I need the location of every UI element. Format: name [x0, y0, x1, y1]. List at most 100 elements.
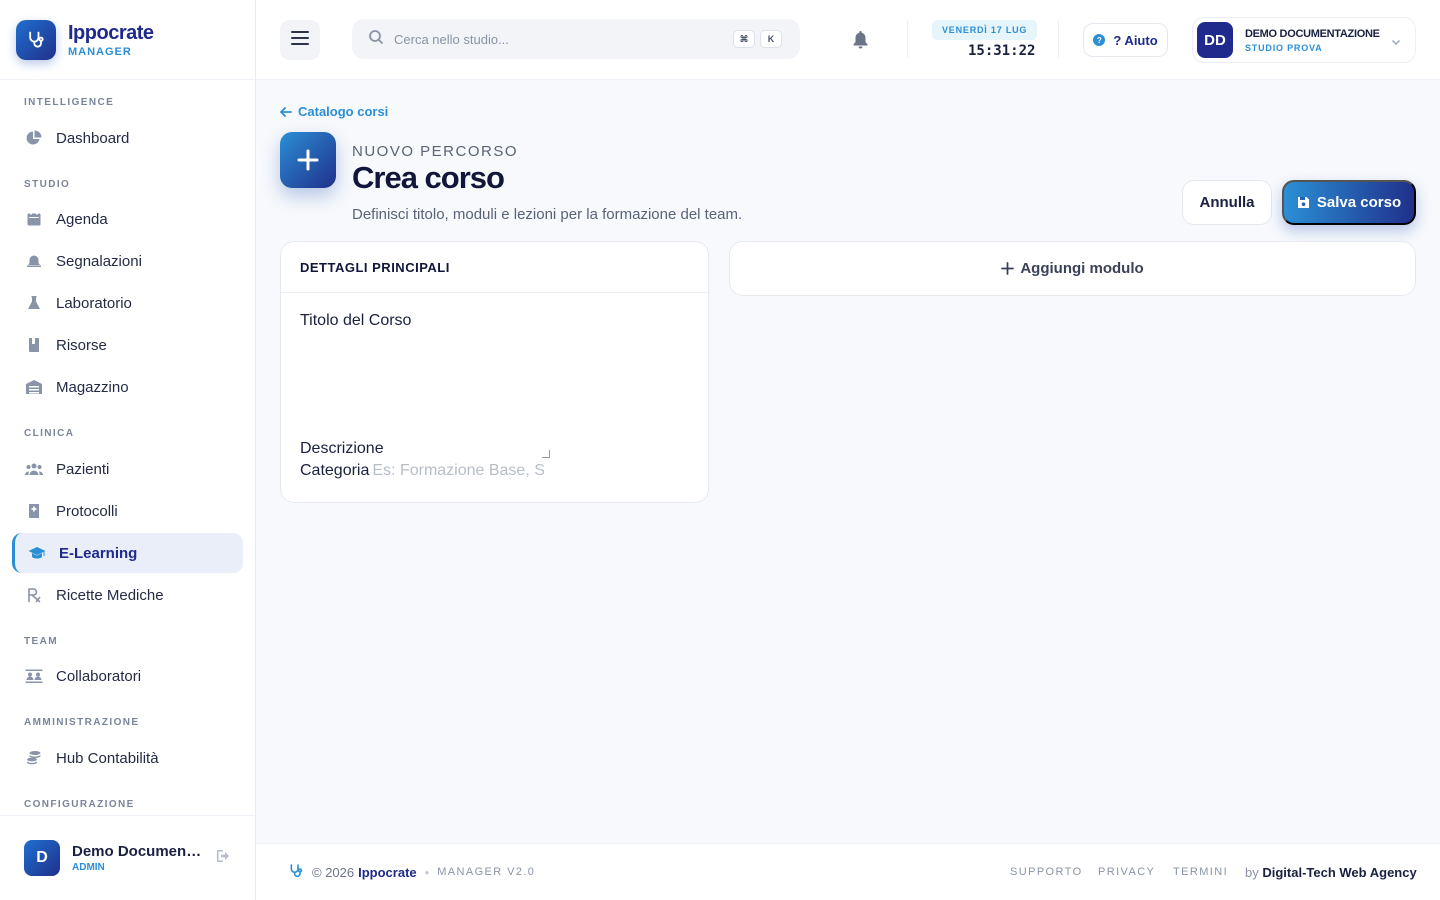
sidebar-item-e-learning[interactable]: E-Learning [12, 533, 243, 573]
sidebar-item-agenda[interactable]: Agenda [12, 199, 243, 239]
clock: 15:31:22 [968, 43, 1036, 59]
menu-button[interactable] [280, 20, 320, 60]
sidebar-item-hub-contabilita[interactable]: Hub Contabilità [12, 738, 243, 778]
hamburger-icon [291, 30, 309, 50]
stethoscope-icon [16, 19, 56, 60]
cancel-button[interactable]: Annulla [1182, 180, 1272, 225]
footer-agency: by Digital-Tech Web Agency [1245, 865, 1417, 880]
kbd-cmd: ⌘ [733, 30, 755, 48]
sidebar-item-label: Ricette Mediche [56, 586, 164, 604]
sidebar-item-label: Segnalazioni [56, 252, 142, 270]
prescription-icon [24, 585, 44, 605]
separator-dot: • [424, 864, 430, 880]
chevron-down-icon [1391, 34, 1401, 52]
sidebar-item-segnalazioni[interactable]: Segnalazioni [12, 241, 243, 281]
divider [1058, 20, 1059, 58]
agency-name[interactable]: Digital-Tech Web Agency [1262, 865, 1416, 880]
sidebar-item-pazienti[interactable]: Pazienti [12, 449, 243, 489]
sidebar-user: D Demo Documentazione ADMIN [0, 815, 255, 900]
calendar-icon [24, 209, 44, 229]
category-label: Categoria [300, 462, 370, 479]
avatar[interactable]: D [24, 840, 60, 876]
sidebar-item-label: Laboratorio [56, 294, 132, 312]
avatar: DD [1197, 22, 1233, 58]
course-details-card: DETTAGLI PRINCIPALI Titolo del Corso Des… [280, 241, 709, 503]
user-name: Demo Documentazione [72, 843, 202, 860]
sidebar-item-protocolli[interactable]: Protocolli [12, 491, 243, 531]
brand[interactable]: Ippocrate MANAGER [0, 0, 255, 80]
copyright: © 2026 [312, 864, 355, 880]
search-icon [368, 29, 384, 50]
plus-icon [280, 132, 336, 188]
book-icon [24, 335, 44, 355]
topbar: ⌘ K VENERDÌ 17 LUG 15:31:22 ? ? Aiuto DD… [256, 0, 1440, 80]
section-intelligence: INTELLIGENCE [24, 97, 115, 108]
sidebar-item-label: Risorse [56, 336, 107, 354]
sidebar-item-label: Magazzino [56, 378, 129, 396]
sidebar-item-ricette-mediche[interactable]: Ricette Mediche [12, 575, 243, 615]
resize-handle-icon[interactable] [542, 450, 550, 458]
bell-icon[interactable] [852, 30, 869, 54]
footer-link-privacy[interactable]: PRIVACY [1098, 866, 1155, 878]
version: MANAGER V2.0 [437, 866, 536, 878]
page-eyebrow: NUOVO PERCORSO [352, 143, 519, 160]
footer-logo-icon [288, 863, 304, 882]
sidebar-item-dashboard[interactable]: Dashboard [12, 118, 243, 158]
footer-link-termini[interactable]: TERMINI [1173, 866, 1228, 878]
search-input[interactable] [394, 31, 714, 47]
studio-name: STUDIO PROVA [1245, 42, 1323, 53]
sidebar-item-label: Pazienti [56, 460, 110, 478]
user-role: ADMIN [72, 862, 105, 873]
bell-alert-icon [24, 251, 44, 271]
save-icon [1297, 197, 1309, 208]
divider [907, 20, 908, 58]
app-name: Ippocrate [68, 21, 154, 44]
help-button[interactable]: ? ? Aiuto [1083, 23, 1168, 57]
sidebar-item-label: E-Learning [59, 544, 138, 562]
graduation-cap-icon [27, 543, 47, 563]
section-amministrazione: AMMINISTRAZIONE [24, 717, 140, 728]
sidebar-item-risorse[interactable]: Risorse [12, 325, 243, 365]
search-bar[interactable]: ⌘ K [352, 19, 800, 59]
user-menu[interactable]: DD DEMO DOCUMENTAZIONE STUDIO PROVA [1192, 17, 1416, 63]
sidebar-item-collaboratori[interactable]: Collaboratori [12, 656, 243, 696]
medical-book-icon [24, 501, 44, 521]
add-module-button[interactable]: Aggiungi modulo [729, 241, 1416, 296]
coins-icon [24, 748, 44, 768]
pie-chart-icon [24, 128, 44, 148]
section-clinica: CLINICA [24, 428, 75, 439]
footer-link-supporto[interactable]: SUPPORTO [1010, 866, 1083, 878]
section-team: TEAM [24, 636, 58, 647]
back-link[interactable]: Catalogo corsi [280, 104, 388, 119]
description-field[interactable]: Descrizione [300, 438, 550, 458]
sidebar-item-label: Protocolli [56, 502, 118, 520]
kbd-k: K [760, 30, 782, 48]
team-icon [24, 666, 44, 686]
sidebar-item-label: Dashboard [56, 129, 130, 147]
warehouse-icon [24, 377, 44, 397]
save-button[interactable]: Salva corso [1282, 180, 1416, 225]
section-studio: STUDIO [24, 179, 71, 190]
footer-brand: Ippocrate [358, 864, 417, 880]
card-title: DETTAGLI PRINCIPALI [281, 242, 708, 293]
description-label: Descrizione [300, 440, 384, 457]
sidebar-item-label: Collaboratori [56, 667, 142, 685]
page-title: Crea corso [352, 160, 505, 195]
user-name: DEMO DOCUMENTAZIONE [1245, 27, 1380, 40]
users-icon [24, 459, 44, 479]
arrow-left-icon [280, 106, 292, 117]
app-subtitle: MANAGER [68, 45, 132, 58]
category-input[interactable] [372, 462, 545, 480]
footer: © 2026 Ippocrate • MANAGER V2.0 SUPPORTO… [256, 843, 1440, 900]
page-subtitle: Definisci titolo, moduli e lezioni per l… [352, 206, 743, 223]
sidebar: Ippocrate MANAGER INTELLIGENCE Dashboard… [0, 0, 256, 900]
plus-icon [1001, 262, 1015, 275]
sidebar-item-magazzino[interactable]: Magazzino [12, 367, 243, 407]
category-field: Categoria [300, 462, 545, 480]
sidebar-item-laboratorio[interactable]: Laboratorio [12, 283, 243, 323]
course-title-label[interactable]: Titolo del Corso [300, 312, 411, 330]
section-configurazione: CONFIGURAZIONE [24, 799, 135, 810]
add-module-label: Aggiungi modulo [1020, 260, 1144, 277]
sidebar-item-label: Agenda [56, 210, 108, 228]
logout-icon[interactable] [216, 849, 232, 868]
